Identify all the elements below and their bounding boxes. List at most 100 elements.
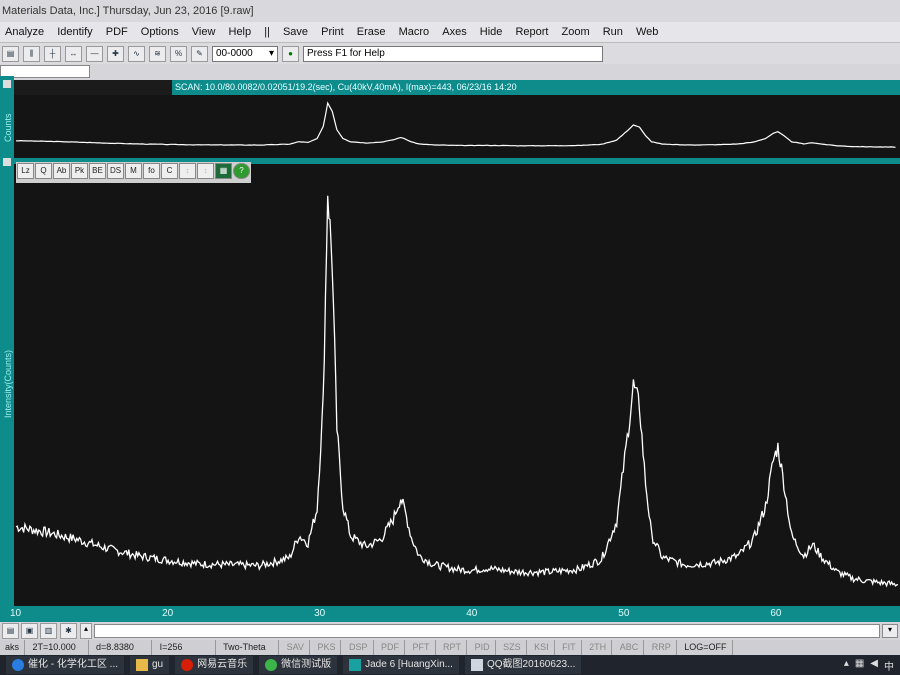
background-icon[interactable]: ≋ [149, 45, 166, 62]
grid-icon[interactable]: ▦ [215, 163, 232, 179]
taskbar-item-screenshot[interactable]: QQ截图20160623... [464, 656, 582, 674]
asterisk-icon[interactable]: ✱ [60, 623, 77, 639]
cursor-icon[interactable]: ✚ [107, 45, 124, 62]
open-file-icon[interactable]: ▤ [2, 45, 19, 62]
help-hint-text: Press F1 for Help [307, 47, 385, 59]
menu-options[interactable]: Options [136, 22, 184, 42]
menu-identify[interactable]: Identify [52, 22, 97, 42]
overview-plot[interactable] [14, 95, 900, 158]
window-title-bar: Materials Data, Inc.] Thursday, Jun 23, … [0, 0, 900, 22]
command-input[interactable] [94, 624, 880, 638]
tray-volume-icon[interactable]: ◀ [870, 658, 878, 673]
taskbar-label: 微信测试版 [281, 659, 332, 670]
pdf-number-combo[interactable]: 00-0000 ▾ [212, 45, 278, 62]
percent-icon[interactable]: % [170, 45, 187, 62]
menu-macro[interactable]: Macro [394, 22, 435, 42]
move-icon[interactable]: ↔ [65, 45, 82, 62]
auto-scale-icon[interactable]: Ab [53, 163, 70, 179]
pdf-number-value: 00-0000 [216, 47, 253, 59]
tray-network-icon[interactable]: ▦ [855, 658, 864, 673]
status-two-theta: 2T=10.000 [28, 640, 89, 655]
status-rpt[interactable]: RPT [438, 640, 468, 655]
status-axis-mode[interactable]: Two-Theta [218, 640, 280, 655]
menu-save[interactable]: Save [278, 22, 313, 42]
main-plot[interactable] [14, 164, 900, 606]
smooth-icon[interactable]: ∿ [128, 45, 145, 62]
main-toggle-icon[interactable] [3, 158, 11, 166]
status-pid[interactable]: PID [470, 640, 496, 655]
menu-pdf[interactable]: PDF [101, 22, 133, 42]
main-ylabel: Intensity(Counts) [3, 349, 13, 418]
status-pdf[interactable]: PDF [376, 640, 406, 655]
copy-icon[interactable]: ▣ [21, 623, 38, 639]
print-icon[interactable]: ▤ [2, 623, 19, 639]
taskbar-item-folder[interactable]: gu [130, 656, 170, 674]
status-ksi[interactable]: KSI [529, 640, 555, 655]
mountain-icon[interactable]: M [125, 163, 142, 179]
overview-svg [15, 101, 896, 148]
tray-ime-icon[interactable]: 中 [884, 658, 894, 673]
menu-axes[interactable]: Axes [437, 22, 471, 42]
menu-hide[interactable]: Hide [475, 22, 508, 42]
menu-erase[interactable]: Erase [352, 22, 391, 42]
disabled-tool-icon: ↕ [179, 163, 196, 179]
menu-run[interactable]: Run [598, 22, 628, 42]
scan-info-bar: SCAN: 10.0/80.0082/0.02051/19.2(sec), Cu… [172, 80, 900, 95]
status-mode: aks [0, 640, 26, 655]
scroll-up-icon[interactable]: ▴ [80, 623, 92, 639]
scan-info-text: SCAN: 10.0/80.0082/0.02051/19.2(sec), Cu… [175, 82, 517, 92]
menu-help[interactable]: Help [224, 22, 257, 42]
status-fit[interactable]: FIT [557, 640, 582, 655]
status-abc[interactable]: ABC [615, 640, 645, 655]
tray-arrow-icon[interactable]: ▴ [844, 658, 849, 673]
fit-icon[interactable]: fo [143, 163, 160, 179]
taskbar-item-browser[interactable]: 催化 - 化学化工区 ... [6, 656, 124, 674]
status-bar: aks 2T=10.000 d=8.8380 I=256 Two-Theta S… [0, 640, 900, 655]
line-icon[interactable]: — [86, 45, 103, 62]
status-log[interactable]: LOG=OFF [679, 640, 733, 655]
menu-web[interactable]: Web [631, 22, 663, 42]
x-tick-30: 30 [314, 608, 326, 619]
window-title: Materials Data, Inc.] Thursday, Jun 23, … [2, 5, 254, 17]
help-icon[interactable]: ? [233, 163, 250, 179]
menu-zoom[interactable]: Zoom [557, 22, 595, 42]
status-pft[interactable]: PFT [408, 640, 436, 655]
status-pks[interactable]: PKS [312, 640, 342, 655]
overview-toggle-icon[interactable] [3, 80, 11, 88]
split-icon[interactable]: ┼ [44, 45, 61, 62]
taskbar-item-jade[interactable]: Jade 6 [HuangXin... [343, 656, 459, 674]
taskbar-item-music[interactable]: 网易云音乐 [175, 656, 254, 674]
paste-icon[interactable]: ▥ [40, 623, 57, 639]
magnify-icon[interactable]: Q [35, 163, 52, 179]
globe-icon[interactable]: ● [282, 45, 299, 62]
status-rrp[interactable]: RRP [647, 640, 677, 655]
menu-separator: || [264, 26, 270, 38]
status-2th[interactable]: 2TH [584, 640, 613, 655]
image-viewer-icon [470, 659, 483, 671]
menu-view[interactable]: View [187, 22, 221, 42]
netease-music-icon [181, 659, 194, 671]
overview-ylabel: Counts [3, 113, 13, 142]
jade-app-icon [349, 659, 362, 671]
calculate-icon[interactable]: C [161, 163, 178, 179]
taskbar-item-wechat[interactable]: 微信测试版 [259, 656, 338, 674]
x-tick-40: 40 [466, 608, 478, 619]
status-dsp[interactable]: DSP [344, 640, 374, 655]
x-tick-10: 10 [10, 608, 22, 619]
pen-icon[interactable]: ✎ [191, 45, 208, 62]
data-smooth-icon[interactable]: DS [107, 163, 124, 179]
status-toolbar: ▤ ▣ ▥ ✱ ▴ ▾ [0, 622, 900, 640]
scroll-down-icon[interactable]: ▾ [882, 624, 898, 638]
menu-print[interactable]: Print [316, 22, 349, 42]
status-intensity: I=256 [155, 640, 216, 655]
menu-analyze[interactable]: Analyze [0, 22, 49, 42]
background-edit-icon[interactable]: BE [89, 163, 106, 179]
peak-bars-icon[interactable]: ⫼ [23, 45, 40, 62]
taskbar-label: QQ截图20160623... [486, 659, 576, 670]
peak-icon[interactable]: Pk [71, 163, 88, 179]
status-szs[interactable]: SZS [498, 640, 527, 655]
secondary-toolbar [0, 64, 900, 80]
status-sav[interactable]: SAV [282, 640, 310, 655]
menu-report[interactable]: Report [510, 22, 553, 42]
zoom-lz-icon[interactable]: Lz [17, 163, 34, 179]
